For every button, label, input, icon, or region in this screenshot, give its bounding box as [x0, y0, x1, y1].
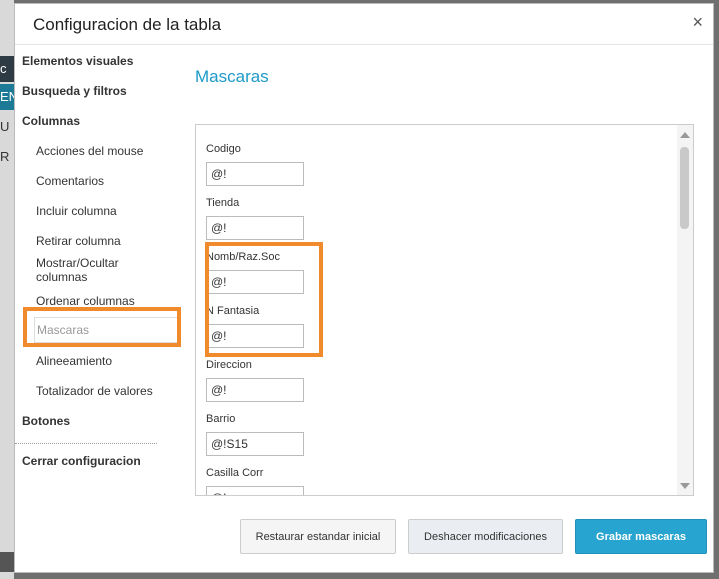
field-label-tienda: Tienda [206, 197, 240, 209]
sidebar-item-busqueda-filtros[interactable]: Busqueda y filtros [22, 84, 182, 98]
highlight-frame-sidebar [23, 307, 181, 347]
sidebar-item-cerrar-configuracion[interactable]: Cerrar configuracion [22, 454, 182, 468]
undo-changes-button[interactable]: Deshacer modificaciones [408, 519, 563, 554]
background-chip: c [0, 56, 14, 82]
mask-input-direccion[interactable]: @! [206, 378, 304, 402]
background-chip: R [0, 149, 10, 164]
sidebar-item-elementos-visuales[interactable]: Elementos visuales [22, 54, 182, 68]
save-masks-button[interactable]: Grabar mascaras [575, 519, 707, 554]
dialog-header: Configuracion de la tabla × [15, 4, 713, 45]
sidebar-item-ordenar-columnas[interactable]: Ordenar columnas [36, 294, 176, 308]
sidebar-divider [15, 443, 157, 444]
scroll-up-icon[interactable] [680, 132, 690, 138]
section-title: Mascaras [195, 67, 269, 86]
fields-scrollbar[interactable] [677, 125, 693, 495]
background-bar [0, 552, 14, 572]
mask-input-barrio[interactable]: @!S15 [206, 432, 304, 456]
dialog-title: Configuracion de la tabla [33, 15, 222, 34]
scroll-thumb[interactable] [680, 147, 689, 229]
background-chip: EN [0, 84, 14, 110]
scroll-down-icon[interactable] [680, 483, 690, 489]
sidebar-item-retirar-columna[interactable]: Retirar columna [36, 234, 176, 248]
sidebar-item-botones[interactable]: Botones [22, 414, 182, 428]
background-chip: U [0, 119, 10, 134]
table-config-dialog: Configuracion de la tabla × Elementos vi… [14, 3, 714, 573]
sidebar-item-columnas[interactable]: Columnas [22, 114, 182, 128]
mask-input-casilla-corr[interactable]: @! [206, 486, 304, 495]
sidebar-item-alineeamiento[interactable]: Alineeamiento [36, 354, 176, 368]
mask-input-tienda[interactable]: @! [206, 216, 304, 240]
config-sidebar: Elementos visuales Busqueda y filtros Co… [15, 45, 185, 485]
field-label-barrio: Barrio [206, 413, 236, 425]
field-label-casilla-corr: Casilla Corr [206, 467, 264, 479]
sidebar-item-totalizador[interactable]: Totalizador de valores [36, 384, 176, 398]
sidebar-item-mostrar-ocultar[interactable]: Mostrar/Ocultar columnas [36, 256, 146, 284]
close-icon[interactable]: × [692, 12, 703, 32]
restore-defaults-button[interactable]: Restaurar estandar inicial [240, 519, 396, 554]
sidebar-item-comentarios[interactable]: Comentarios [36, 174, 176, 188]
field-label-direccion: Direccion [206, 359, 252, 371]
highlight-frame-fields [205, 242, 323, 357]
sidebar-item-acciones-mouse[interactable]: Acciones del mouse [36, 144, 176, 158]
sidebar-item-incluir-columna[interactable]: Incluir columna [36, 204, 176, 218]
field-label-codigo: Codigo [206, 143, 241, 155]
mask-input-codigo[interactable]: @! [206, 162, 304, 186]
